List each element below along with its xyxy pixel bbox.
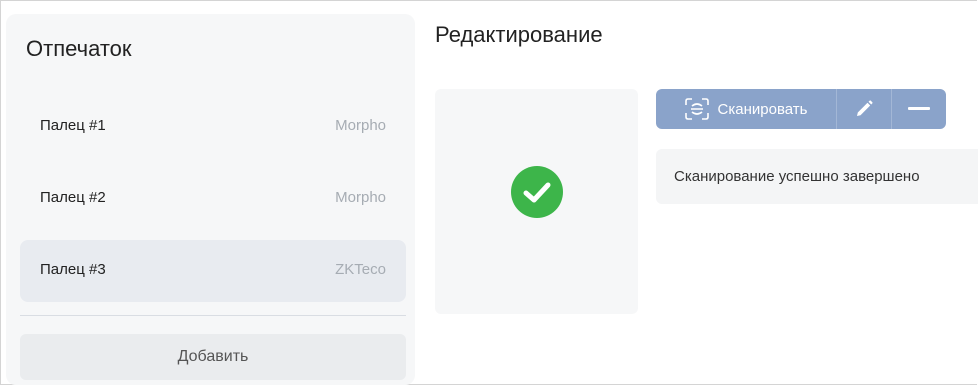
finger-name: Палец #1 [40,117,106,134]
finger-item-1[interactable]: Палец #1 Morpho [20,96,406,158]
pencil-icon [857,100,873,116]
status-text: Сканирование успешно завершено [674,168,920,185]
panel-title: Отпечаток [26,36,132,61]
finger-vendor: Morpho [335,189,386,206]
scan-preview [435,89,638,314]
finger-item-2[interactable]: Палец #2 Morpho [20,168,406,230]
finger-name: Палец #2 [40,189,106,206]
finger-list: Палец #1 Morpho Палец #2 Morpho Палец #3… [20,96,406,312]
status-message: Сканирование успешно завершено [656,149,978,204]
scan-toolbar: Сканировать [656,89,946,129]
scan-button[interactable]: Сканировать [656,89,836,129]
finger-vendor: ZKTeco [335,261,386,278]
fingerprint-panel: Отпечаток Палец #1 Morpho Палец #2 Morph… [6,14,415,385]
edit-button[interactable] [837,89,891,129]
finger-vendor: Morpho [335,117,386,134]
edit-title: Редактирование [435,22,603,47]
divider [20,315,406,316]
check-circle-icon [511,166,563,218]
add-button[interactable]: Добавить [20,334,406,380]
remove-button[interactable] [892,89,946,129]
minus-icon [908,107,930,110]
finger-name: Палец #3 [40,261,106,278]
finger-item-3[interactable]: Палец #3 ZKTeco [20,240,406,302]
scan-label: Сканировать [717,100,808,118]
scan-icon [684,98,709,120]
